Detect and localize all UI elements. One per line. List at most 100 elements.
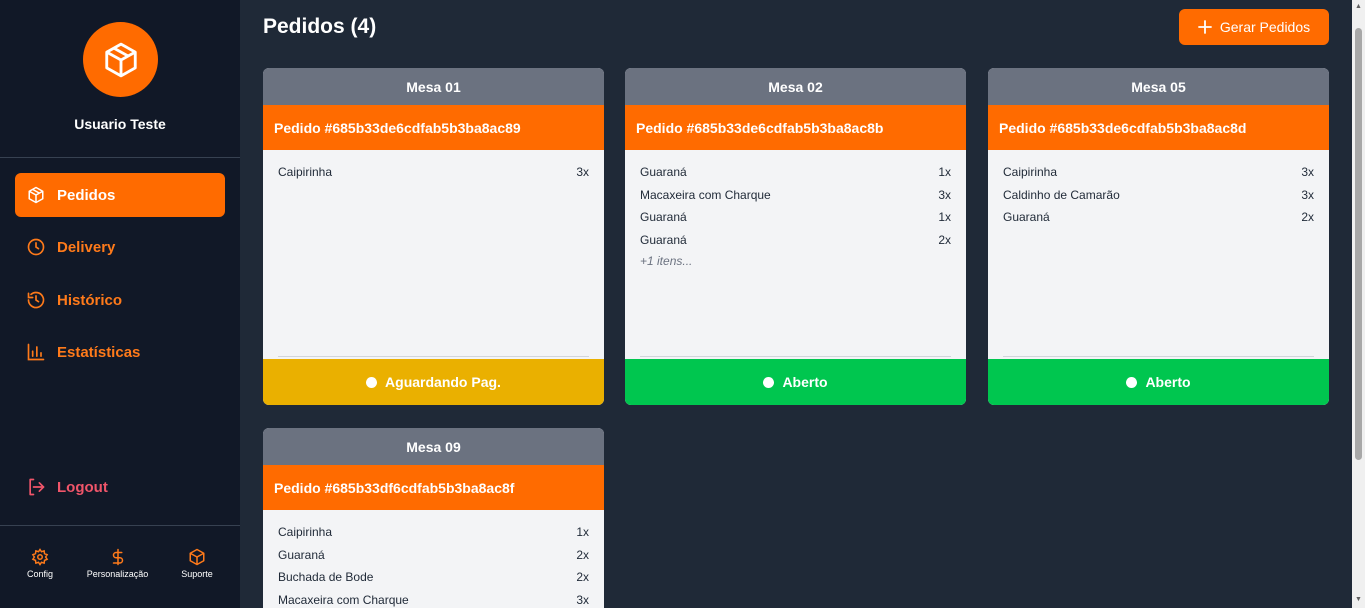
personalizacao-label: Personalização: [86, 569, 149, 579]
order-id: Pedido #685b33df6cdfab5b3ba8ac8f: [263, 465, 604, 510]
logout-button[interactable]: Logout: [15, 465, 225, 509]
history-icon: [26, 290, 46, 310]
table-name: Mesa 09: [263, 428, 604, 465]
list-item: Macaxeira com Charque 3x: [278, 592, 589, 608]
config-label: Config: [26, 569, 53, 579]
item-qty: 1x: [576, 525, 589, 539]
item-qty: 2x: [1301, 210, 1314, 225]
item-qty: 2x: [938, 232, 951, 247]
list-item: Caipirinha 3x: [1003, 164, 1314, 187]
item-qty: 2x: [576, 547, 589, 562]
list-item: Guaraná 1x: [640, 209, 951, 232]
nav-label: Delivery: [57, 238, 116, 256]
divider: [640, 356, 951, 357]
dollar-icon: [112, 548, 123, 566]
order-items: Caipirinha 3x Caldinho de Camarão 3x Gua…: [1003, 164, 1314, 232]
status-label: Aberto: [1145, 374, 1191, 390]
gerar-pedidos-label: Gerar Pedidos: [1219, 19, 1311, 35]
sidebar: Usuario Teste Pedidos Delivery Histórico…: [0, 0, 240, 608]
more-items: +1 itens...: [640, 254, 693, 269]
list-item: Buchada de Bode 2x: [278, 569, 589, 592]
item-name: Guaraná: [640, 165, 687, 179]
table-name: Mesa 01: [263, 68, 604, 105]
item-qty: 3x: [1301, 187, 1314, 202]
nav-label: Estatísticas: [57, 343, 141, 361]
status-badge: Aberto: [988, 359, 1329, 405]
item-name: Caipirinha: [278, 525, 333, 539]
status-dot: [1126, 376, 1138, 388]
item-name: Guaraná: [640, 210, 687, 225]
table-name: Mesa 02: [625, 68, 966, 105]
scroll-thumb[interactable]: [1355, 28, 1362, 460]
box-icon: [189, 548, 205, 566]
logout-label: Logout: [57, 478, 108, 496]
gear-icon: [31, 548, 49, 566]
status-dot: [763, 376, 775, 388]
status-label: Aguardando Pag.: [385, 374, 501, 390]
list-item: Guaraná 2x: [278, 547, 589, 570]
divider: [1003, 356, 1314, 357]
plus-icon: [1197, 20, 1212, 34]
order-card[interactable]: Mesa 02 Pedido #685b33de6cdfab5b3ba8ac8b…: [625, 68, 966, 405]
item-name: Buchada de Bode: [278, 570, 374, 585]
suporte-link[interactable]: Suporte: [176, 548, 218, 579]
item-name: Guaraná: [1003, 210, 1050, 225]
item-qty: 2x: [576, 570, 589, 585]
list-item: Guaraná 2x: [1003, 209, 1314, 232]
item-name: Guaraná: [640, 232, 687, 247]
item-name: Macaxeira com Charque: [278, 592, 409, 607]
divider: [278, 356, 589, 357]
scrollbar[interactable]: ▲ ▼: [1352, 0, 1365, 608]
order-items: Guaraná 1x Macaxeira com Charque 3x Guar…: [640, 164, 951, 268]
nav-item-estatisticas[interactable]: Estatísticas: [15, 330, 225, 374]
nav-item-pedidos[interactable]: Pedidos: [15, 173, 225, 217]
box-icon: [104, 42, 137, 77]
status-dot: [366, 376, 378, 388]
box-icon: [26, 185, 46, 205]
scroll-down-arrow[interactable]: ▼: [1355, 596, 1362, 603]
order-items: Caipirinha 3x: [278, 164, 589, 187]
item-qty: 3x: [576, 592, 589, 607]
status-badge: Aguardando Pag.: [263, 359, 604, 405]
item-qty: 3x: [938, 187, 951, 202]
item-name: Caipirinha: [1003, 165, 1058, 179]
config-link[interactable]: Config: [22, 548, 58, 579]
gerar-pedidos-button[interactable]: Gerar Pedidos: [1179, 9, 1329, 45]
scroll-up-arrow[interactable]: ▲: [1355, 3, 1362, 10]
list-item: Caldinho de Camarão 3x: [1003, 187, 1314, 210]
bottom-links: Config Personalização Suporte: [0, 548, 240, 588]
clock-icon: [26, 237, 46, 257]
order-items: Caipirinha 1x Guaraná 2x Buchada de Bode…: [278, 524, 589, 608]
nav-label: Pedidos: [57, 186, 116, 204]
nav-item-delivery[interactable]: Delivery: [15, 225, 225, 269]
personalizacao-link[interactable]: Personalização: [80, 548, 155, 579]
nav-item-historico[interactable]: Histórico: [15, 278, 225, 322]
item-name: Guaraná: [278, 547, 325, 562]
status-badge: Aberto: [625, 359, 966, 405]
order-card[interactable]: Mesa 09 Pedido #685b33df6cdfab5b3ba8ac8f…: [263, 428, 604, 608]
order-card[interactable]: Mesa 01 Pedido #685b33de6cdfab5b3ba8ac89…: [263, 68, 604, 405]
logout-icon: [26, 477, 46, 497]
order-id: Pedido #685b33de6cdfab5b3ba8ac8d: [988, 105, 1329, 150]
nav-label: Histórico: [57, 291, 123, 309]
status-label: Aberto: [782, 374, 828, 390]
list-item: Guaraná 2x: [640, 232, 951, 255]
item-name: Macaxeira com Charque: [640, 187, 771, 202]
order-id: Pedido #685b33de6cdfab5b3ba8ac89: [263, 105, 604, 150]
divider: [0, 525, 240, 526]
item-name: Caipirinha: [278, 165, 333, 179]
bar-chart-icon: [26, 342, 46, 362]
suporte-label: Suporte: [181, 569, 213, 579]
item-qty: 3x: [1301, 165, 1314, 179]
item-qty: 1x: [938, 165, 951, 179]
list-item: Caipirinha 1x: [278, 524, 589, 547]
item-qty: 3x: [576, 165, 589, 179]
item-qty: 1x: [938, 210, 951, 225]
divider: [0, 157, 240, 158]
item-name: Caldinho de Camarão: [1003, 187, 1120, 202]
list-item: Caipirinha 3x: [278, 164, 589, 187]
avatar: [83, 22, 158, 97]
list-item: Guaraná 1x: [640, 164, 951, 187]
order-card[interactable]: Mesa 05 Pedido #685b33de6cdfab5b3ba8ac8d…: [988, 68, 1329, 405]
table-name: Mesa 05: [988, 68, 1329, 105]
